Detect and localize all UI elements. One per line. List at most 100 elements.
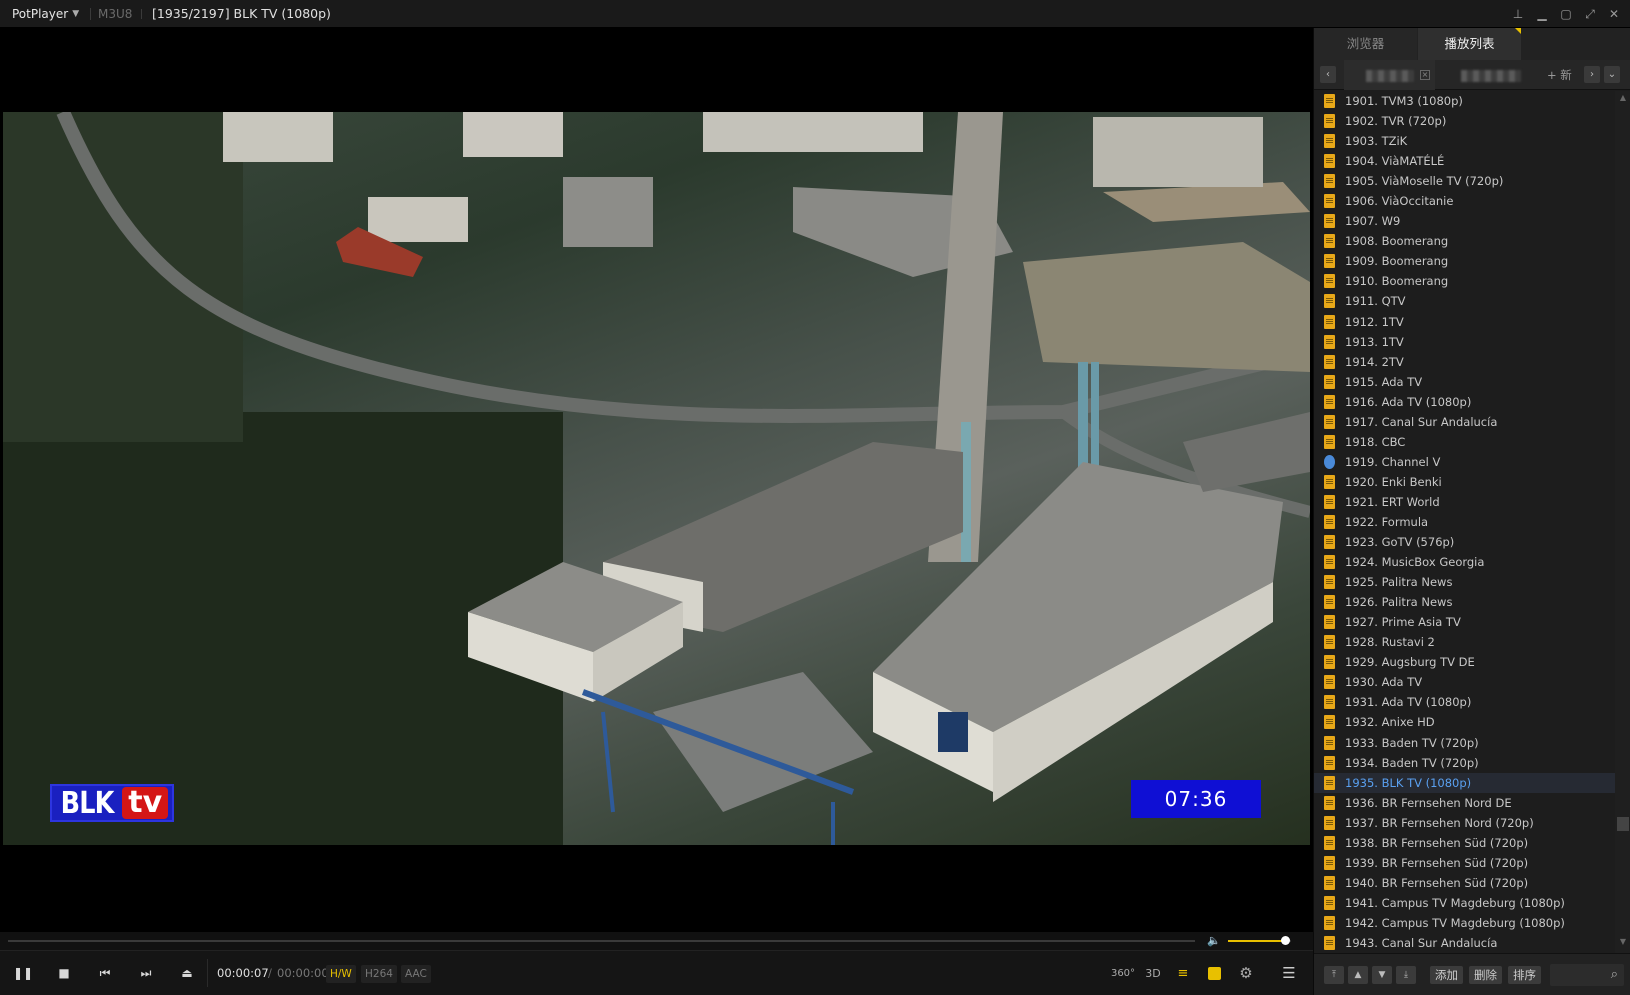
- playlist-item[interactable]: 1902. TVR (720p): [1314, 111, 1615, 131]
- chevron-left-icon[interactable]: ‹: [1320, 66, 1336, 83]
- playlist-list[interactable]: 1901. TVM3 (1080p) 1902. TVR (720p) 1903. …: [1314, 91, 1615, 953]
- move-down-icon[interactable]: ▼: [1372, 966, 1392, 984]
- app-menu-button[interactable]: PotPlayer ▼: [6, 0, 85, 28]
- playlist-item[interactable]: 1909. Boomerang: [1314, 251, 1615, 271]
- playlist-item[interactable]: 1930. Ada TV: [1314, 672, 1615, 692]
- playlist-item-label: 1903. TZiK: [1345, 134, 1408, 149]
- playlist-item[interactable]: 1905. ViàMoselle TV (720p): [1314, 171, 1615, 191]
- playlist-item[interactable]: 1937. BR Fernsehen Nord (720p): [1314, 813, 1615, 833]
- playlist-item-label: 1937. BR Fernsehen Nord (720p): [1345, 815, 1534, 830]
- playlist-item[interactable]: 1931. Ada TV (1080p): [1314, 692, 1615, 712]
- playlist-item[interactable]: 1914. 2TV: [1314, 352, 1615, 372]
- playlist-item[interactable]: 1916. Ada TV (1080p): [1314, 392, 1615, 412]
- seek-bar[interactable]: [8, 940, 1195, 942]
- playlist-scrollbar[interactable]: ▲ ▼: [1615, 91, 1630, 953]
- playlist-item[interactable]: 1908. Boomerang: [1314, 231, 1615, 251]
- playlist-item-label: 1902. TVR (720p): [1345, 114, 1447, 129]
- playlist-item[interactable]: 1943. Canal Sur Andalucía: [1314, 933, 1615, 953]
- move-top-icon[interactable]: ⤒: [1324, 966, 1344, 984]
- volume-icon[interactable]: 🔈: [1207, 934, 1221, 947]
- settings-gear-icon[interactable]: ⚙: [1235, 962, 1257, 984]
- playlist-item[interactable]: 1917. Canal Sur Andalucía: [1314, 412, 1615, 432]
- playlist-search-icon[interactable]: ≡: [1172, 962, 1194, 984]
- playlist-item[interactable]: 1915. Ada TV: [1314, 372, 1615, 392]
- playlist-item[interactable]: 1919. Channel V: [1314, 452, 1615, 472]
- playlist-item[interactable]: 1913. 1TV: [1314, 332, 1615, 352]
- playlist-item[interactable]: 1921. ERT World: [1314, 492, 1615, 512]
- playlist-item[interactable]: 1923. GoTV (576p): [1314, 532, 1615, 552]
- fullscreen-icon[interactable]: ⤢: [1578, 0, 1602, 28]
- playlist-item[interactable]: 1920. Enki Benki: [1314, 472, 1615, 492]
- playlist-item[interactable]: 1906. ViàOccitanie: [1314, 191, 1615, 211]
- file-icon: [1324, 314, 1335, 329]
- playlist-item[interactable]: 1907. W9: [1314, 211, 1615, 231]
- maximize-icon[interactable]: ▢: [1554, 0, 1578, 28]
- subtab-2[interactable]: [1438, 60, 1543, 90]
- close-icon[interactable]: ×: [1420, 70, 1430, 80]
- move-bottom-icon[interactable]: ⤓: [1396, 966, 1416, 984]
- add-button[interactable]: 添加: [1430, 966, 1463, 984]
- file-icon: [1324, 535, 1335, 550]
- playlist-item[interactable]: 1926. Palitra News: [1314, 592, 1615, 612]
- playlist-item[interactable]: 1927. Prime Asia TV: [1314, 612, 1615, 632]
- video-area[interactable]: BLK tv 07:36: [0, 28, 1313, 932]
- channel-logo-text: BLK: [60, 785, 115, 821]
- divider: [90, 8, 91, 20]
- playlist-item[interactable]: 1924. MusicBox Georgia: [1314, 552, 1615, 572]
- next-icon[interactable]: ⏭: [135, 962, 157, 984]
- tab-browser[interactable]: 浏览器: [1314, 28, 1417, 60]
- stop-icon[interactable]: ■: [53, 962, 75, 984]
- main-menu-icon[interactable]: ☰: [1278, 962, 1300, 984]
- pin-icon[interactable]: ⊥: [1506, 0, 1530, 28]
- playlist-item-label: 1925. Palitra News: [1345, 575, 1453, 590]
- delete-button[interactable]: 删除: [1469, 966, 1502, 984]
- playlist-item-label: 1909. Boomerang: [1345, 254, 1449, 269]
- playlist-item[interactable]: 1918. CBC: [1314, 432, 1615, 452]
- playlist-item[interactable]: 1938. BR Fernsehen Süd (720p): [1314, 833, 1615, 853]
- scroll-down-icon[interactable]: ▼: [1617, 937, 1629, 951]
- playlist-item[interactable]: 1936. BR Fernsehen Nord DE: [1314, 793, 1615, 813]
- playlist-item[interactable]: 1934. Baden TV (720p): [1314, 753, 1615, 773]
- pause-icon[interactable]: ❚❚: [12, 962, 34, 984]
- playlist-item[interactable]: 1932. Anixe HD: [1314, 712, 1615, 732]
- eject-icon[interactable]: ⏏: [176, 962, 198, 984]
- scrollbar-thumb[interactable]: [1617, 817, 1629, 831]
- playlist-item[interactable]: 1904. ViàMATÉLÉ: [1314, 151, 1615, 171]
- tab-playlist[interactable]: 播放列表: [1418, 28, 1521, 60]
- playlist-item[interactable]: 1941. Campus TV Magdeburg (1080p): [1314, 893, 1615, 913]
- playlist-item[interactable]: 1942. Campus TV Magdeburg (1080p): [1314, 913, 1615, 933]
- previous-icon[interactable]: ⏮: [94, 962, 116, 984]
- hw-decoder-badge[interactable]: H/W: [326, 965, 356, 983]
- volume-knob[interactable]: [1280, 936, 1290, 945]
- playlist-item[interactable]: 1901. TVM3 (1080p): [1314, 91, 1615, 111]
- volume-slider[interactable]: [1228, 936, 1291, 945]
- playlist-item-label: 1932. Anixe HD: [1345, 715, 1435, 730]
- playlist-item[interactable]: 1939. BR Fernsehen Süd (720p): [1314, 853, 1615, 873]
- playlist-item[interactable]: 1940. BR Fernsehen Süd (720p): [1314, 873, 1615, 893]
- playlist-item[interactable]: 1928. Rustavi 2: [1314, 632, 1615, 652]
- playlist-toggle-icon[interactable]: [1203, 962, 1225, 984]
- search-icon[interactable]: ⌕: [1611, 967, 1618, 982]
- chevron-right-icon[interactable]: ›: [1584, 66, 1600, 83]
- minimize-icon[interactable]: ▁: [1530, 0, 1554, 28]
- playlist-item[interactable]: 1925. Palitra News: [1314, 572, 1615, 592]
- 3d-button[interactable]: 3D: [1142, 962, 1164, 984]
- playlist-search-input[interactable]: ⌕: [1550, 964, 1624, 986]
- sort-button[interactable]: 排序: [1508, 966, 1541, 984]
- playlist-item[interactable]: 1922. Formula: [1314, 512, 1615, 532]
- video-codec-badge[interactable]: H264: [361, 965, 397, 983]
- chevron-down-icon[interactable]: ⌄: [1604, 66, 1620, 83]
- new-tab-button[interactable]: + 新: [1547, 60, 1572, 90]
- playlist-item[interactable]: 1910. Boomerang: [1314, 271, 1615, 291]
- playlist-item[interactable]: 1903. TZiK: [1314, 131, 1615, 151]
- playlist-item[interactable]: 1933. Baden TV (720p): [1314, 733, 1615, 753]
- audio-codec-badge[interactable]: AAC: [401, 965, 431, 983]
- close-icon[interactable]: ✕: [1602, 0, 1626, 28]
- playlist-item[interactable]: 1912. 1TV: [1314, 312, 1615, 332]
- move-up-icon[interactable]: ▲: [1348, 966, 1368, 984]
- scroll-up-icon[interactable]: ▲: [1617, 93, 1629, 107]
- playlist-item[interactable]: 1929. Augsburg TV DE: [1314, 652, 1615, 672]
- playlist-item[interactable]: 1935. BLK TV (1080p): [1314, 772, 1615, 793]
- playlist-item[interactable]: 1911. QTV: [1314, 291, 1615, 311]
- vr-360-button[interactable]: 360°: [1111, 962, 1135, 984]
